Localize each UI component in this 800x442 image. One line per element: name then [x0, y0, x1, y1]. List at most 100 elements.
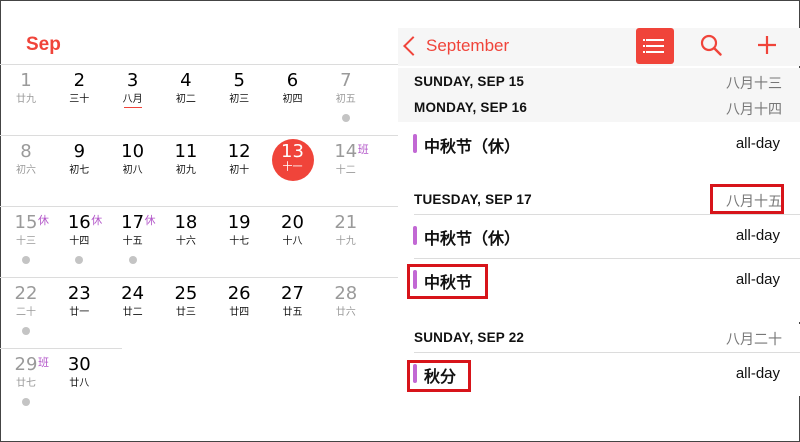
- day-cell[interactable]: 23 廿一: [53, 277, 105, 347]
- day-number: 24: [121, 283, 145, 304]
- event-title: 中秋节（休）: [424, 137, 521, 156]
- lunar-date: 十二: [335, 165, 356, 176]
- day-number: 12: [227, 141, 251, 162]
- day-cell[interactable]: 26 廿四: [213, 277, 265, 347]
- day-number: 13: [281, 141, 304, 162]
- lunar-date: 十六: [175, 236, 196, 247]
- day-cell[interactable]: 29 廿七班: [0, 348, 52, 418]
- event-time: all-day: [735, 365, 780, 382]
- lunar-date: 初六: [16, 165, 36, 176]
- day-cell[interactable]: 30 廿八: [53, 348, 105, 418]
- holiday-badge: 休: [144, 214, 156, 227]
- lunar-date: 廿六: [335, 307, 356, 318]
- day-cell[interactable]: 17 十五休: [107, 206, 159, 276]
- day-number: 28: [334, 283, 358, 304]
- lunar-date: 廿三: [175, 307, 196, 318]
- day-cell[interactable]: 2 三十: [53, 64, 105, 134]
- day-cell[interactable]: 20 十八: [267, 206, 319, 276]
- lunar-date: 廿四: [229, 307, 250, 318]
- lunar-date: 初十: [229, 165, 250, 176]
- event-dot: [341, 114, 350, 122]
- holiday-badge: 休: [38, 214, 49, 227]
- lunar-date: 初八: [122, 165, 143, 176]
- lunar-date: 初三: [229, 94, 250, 105]
- event-row[interactable]: 中秋节（休） all-day: [398, 214, 800, 258]
- day-cell[interactable]: 18 十六: [160, 206, 212, 276]
- week-row: 22 二十 23 廿一 24 廿二 25 廿三 26 廿四 27 廿五 28 廿六: [0, 277, 398, 347]
- day-cell[interactable]: 1 廿九: [0, 64, 52, 134]
- day-cell[interactable]: 11 初九: [160, 135, 212, 205]
- day-cell[interactable]: 6 初四: [267, 64, 319, 134]
- day-number: 2: [73, 70, 86, 91]
- day-cell[interactable]: 28 廿六: [320, 277, 372, 347]
- day-number: 30: [67, 354, 91, 375]
- list-view-button[interactable]: [636, 28, 674, 64]
- lunar-date: 初七: [69, 165, 90, 176]
- section-lunar-date: 八月二十: [726, 332, 782, 348]
- month-title[interactable]: Sep: [26, 34, 61, 56]
- day-cell[interactable]: 12 初十: [213, 135, 265, 205]
- section-header: MONDAY, SEP 16 八月十四: [398, 94, 800, 122]
- lunar-date: 八月: [122, 94, 143, 105]
- day-number: 11: [174, 141, 198, 162]
- calendar-color-bar: [413, 226, 417, 245]
- search-icon[interactable]: [700, 34, 722, 56]
- lunar-date: 十七: [229, 236, 250, 247]
- day-cell[interactable]: 14 十二班: [320, 135, 372, 205]
- section-day-label: MONDAY, SEP 16: [414, 100, 528, 115]
- lunar-date: 廿九: [16, 94, 36, 105]
- lunar-date: 三十: [69, 94, 90, 105]
- row-divider: [414, 258, 800, 259]
- back-button[interactable]: September: [426, 36, 509, 56]
- event-time: all-day: [735, 135, 780, 152]
- event-title: 中秋节（休）: [424, 229, 521, 248]
- day-cell[interactable]: 27 廿五: [267, 277, 319, 347]
- row-divider: [414, 214, 800, 215]
- day-cell[interactable]: 5 初三: [213, 64, 265, 134]
- day-number: 23: [67, 283, 91, 304]
- day-cell[interactable]: 19 十七: [213, 206, 265, 276]
- day-cell[interactable]: 9 初七: [53, 135, 105, 205]
- day-cell[interactable]: 10 初八: [107, 135, 159, 205]
- day-number: 9: [73, 141, 86, 162]
- day-cell[interactable]: 21 十九: [320, 206, 372, 276]
- plus-icon[interactable]: [756, 34, 778, 56]
- day-number: 7: [340, 70, 352, 91]
- holiday-badge: 班: [357, 143, 369, 156]
- day-cell[interactable]: 16 十四休: [53, 206, 105, 276]
- lunar-date: 十三: [16, 236, 36, 247]
- event-dot: [75, 256, 84, 264]
- event-time: all-day: [735, 227, 780, 244]
- day-number: 25: [174, 283, 198, 304]
- day-cell[interactable]: 22 二十: [0, 277, 52, 347]
- highlight-box: [407, 360, 471, 392]
- list-view: September SUNDAY, SEP 15 八月十三 MONDAY, SE…: [398, 0, 800, 442]
- row-divider: [414, 352, 800, 353]
- nav-bar: September: [398, 28, 800, 66]
- holiday-badge: 班: [38, 356, 49, 369]
- day-cell[interactable]: 8 初六: [0, 135, 52, 205]
- day-number: 8: [20, 141, 32, 162]
- lunar-date: 十八: [282, 236, 303, 247]
- section-gap: [398, 302, 800, 322]
- day-cell[interactable]: 7 初五: [320, 64, 372, 134]
- section-header: SUNDAY, SEP 15 八月十三: [398, 68, 800, 96]
- day-cell[interactable]: 3 八月: [107, 64, 159, 134]
- section-lunar-date: 八月十三: [726, 76, 782, 92]
- day-number: 27: [281, 283, 304, 304]
- day-cell[interactable]: 24 廿二: [107, 277, 159, 347]
- lunar-date: 十九: [335, 236, 356, 247]
- holiday-badge: 休: [91, 214, 103, 227]
- day-cell[interactable]: 4 初二: [160, 64, 212, 134]
- day-number: 21: [334, 212, 358, 233]
- day-cell[interactable]: 13 十一: [267, 135, 319, 205]
- event-row[interactable]: 中秋节（休） all-day: [398, 122, 800, 168]
- back-chevron-icon[interactable]: [403, 36, 423, 56]
- day-cell[interactable]: 25 廿三: [160, 277, 212, 347]
- event-dot: [22, 398, 30, 406]
- event-dot: [22, 327, 30, 335]
- day-cell[interactable]: 15 十三休: [0, 206, 52, 276]
- day-number: 20: [281, 212, 304, 233]
- lunar-date: 廿七: [16, 378, 36, 389]
- day-number: 4: [180, 70, 192, 91]
